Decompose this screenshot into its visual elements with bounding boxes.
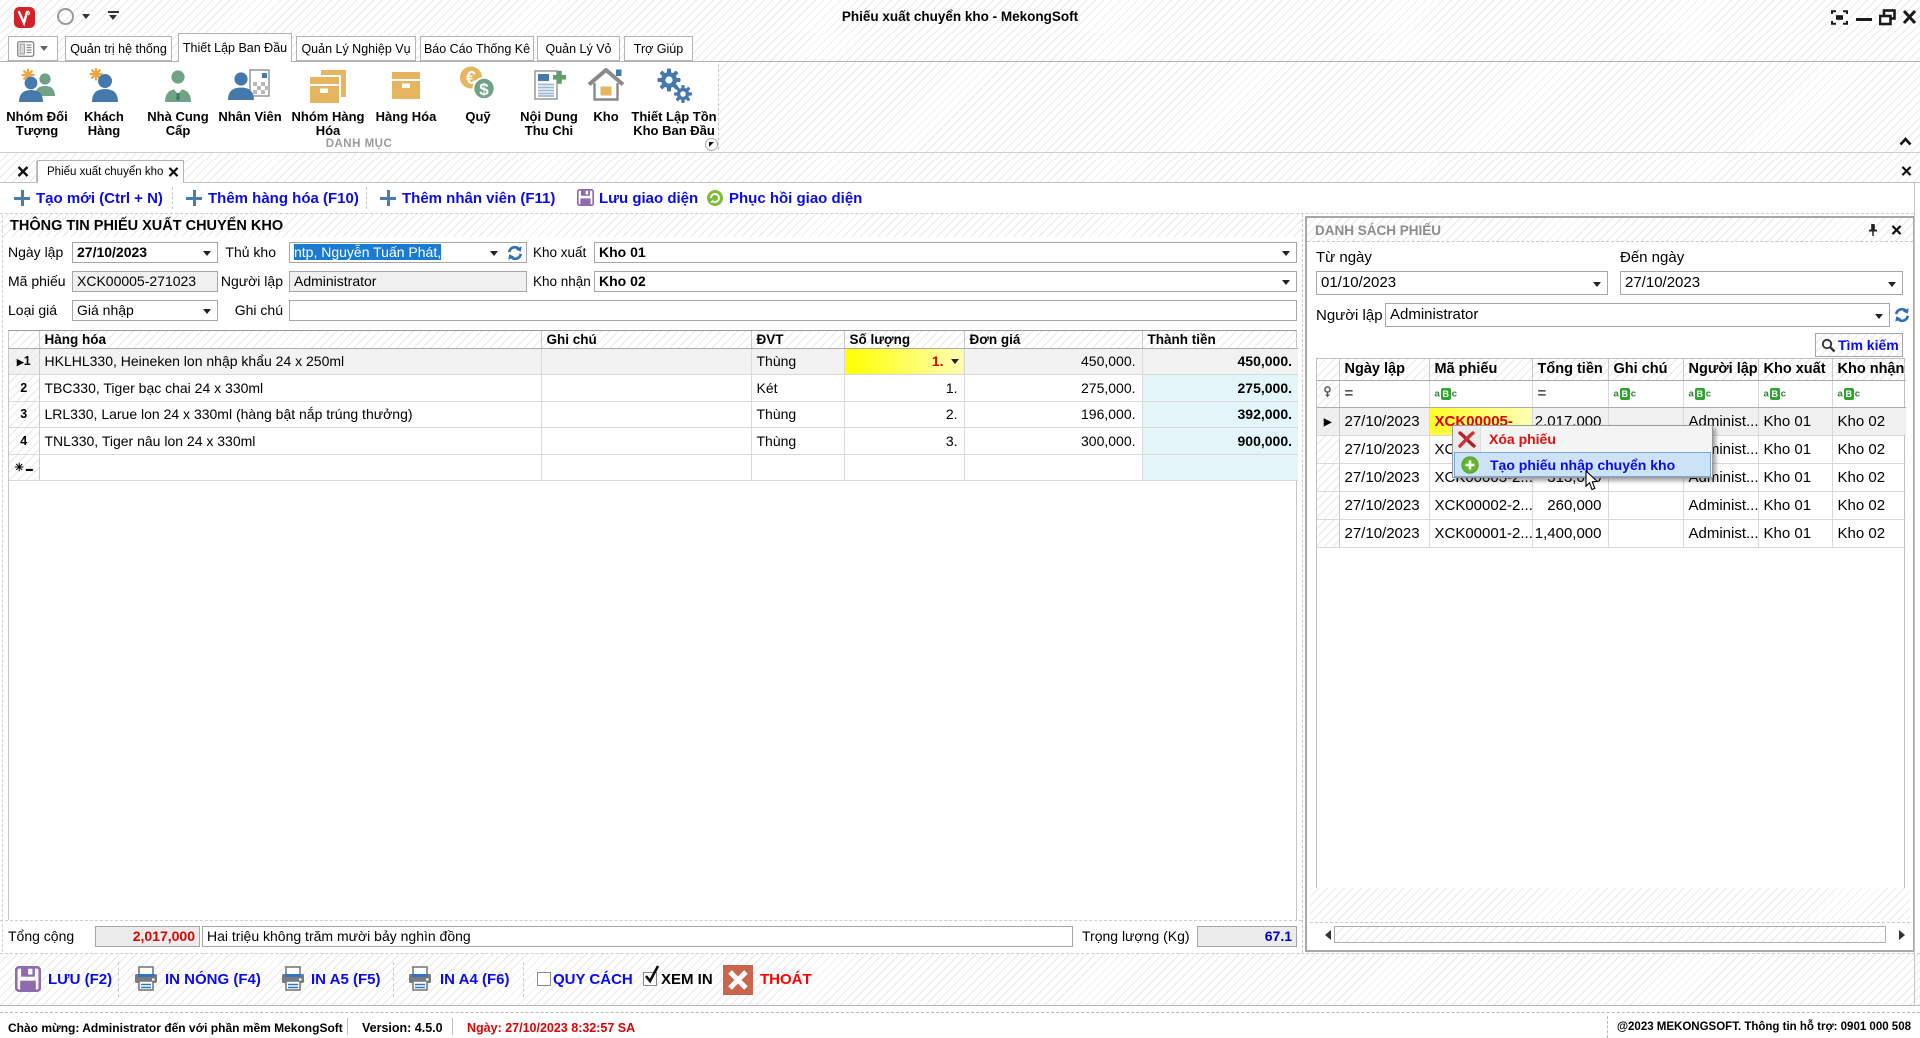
svg-text:$: $: [479, 80, 489, 99]
